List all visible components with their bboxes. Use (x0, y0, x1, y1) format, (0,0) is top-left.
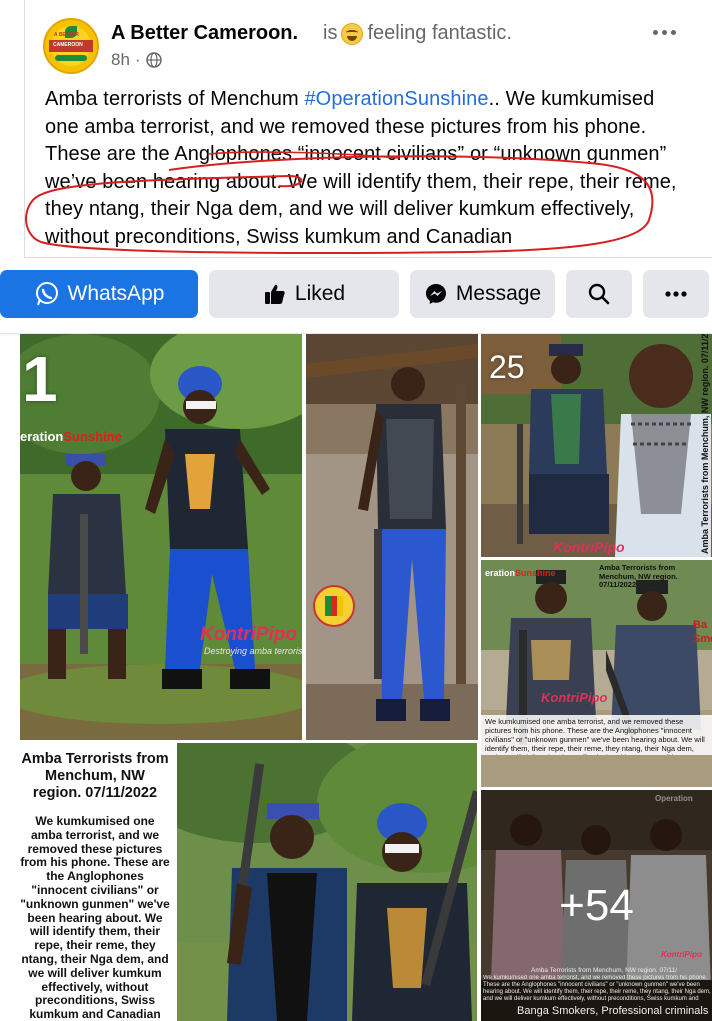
vertical-caption: Amba Terrorists from Menchum, NW region.… (700, 334, 710, 554)
op-tag-white: eration (20, 429, 64, 444)
operation-sunshine-tag: erationSunshine (485, 568, 556, 578)
post-options-icon[interactable] (653, 30, 676, 35)
coat-of-arms-icon (313, 585, 355, 627)
info-card-body: We kumkumised one amba terrorist, and we… (20, 814, 170, 1021)
photo-tile-5[interactable] (177, 743, 477, 1021)
photo-tile-1[interactable]: 1 erationSunshine KontriPipo Destroying … (20, 334, 302, 740)
photo-number-badge: 1 (22, 343, 58, 415)
more-dots-icon (665, 291, 687, 297)
kontripipo-watermark: KontriPipo (200, 624, 298, 645)
op-tag-red: Sunshine (63, 429, 122, 444)
page-action-bar: WhatsApp Liked Message (0, 258, 712, 333)
feeling-text: feeling fantastic. (367, 22, 512, 44)
more-options-button[interactable] (643, 270, 709, 318)
avatar-logo-base (55, 55, 87, 61)
photo-tile-4[interactable]: erationSunshine Amba Terrorists from Men… (481, 560, 712, 787)
op-tag-white: eration (485, 568, 516, 578)
post-text-part1: Amba terrorists of Menchum (45, 88, 305, 110)
post-text-part2: .. We kumkumised one amba terrorist, and… (45, 88, 677, 248)
photo-tile-6-more[interactable]: Operation +54 KontriPipo Amba Terrorists… (481, 790, 712, 1021)
kontripipo-watermark: KontriPipo (541, 690, 608, 705)
whatsapp-label: WhatsApp (67, 282, 165, 305)
info-card-tile[interactable]: Amba Terrorists from Menchum, NW region.… (20, 743, 172, 1021)
liked-label: Liked (294, 282, 346, 305)
avatar-text-top: A BETTER (54, 32, 79, 38)
photo-grid: 1 erationSunshine KontriPipo Destroying … (20, 334, 712, 1021)
page-avatar[interactable]: A BETTER CAMEROON (43, 18, 99, 74)
feeling-activity: is feeling fantastic. (323, 22, 512, 45)
post-meta: 8h · (111, 50, 162, 70)
man-with-bandana-figure (227, 763, 347, 1021)
photo-tile-2[interactable] (306, 334, 478, 740)
op-tag-red: Sunshine (515, 568, 556, 578)
standing-man-figure (358, 367, 450, 721)
post-card: A BETTER CAMEROON A Better Cameroon. is … (24, 0, 712, 258)
thumbs-up-icon (264, 284, 285, 304)
laughing-emoji-icon (341, 22, 364, 45)
post-timestamp[interactable]: 8h (111, 50, 130, 70)
search-button[interactable] (566, 270, 632, 318)
tile4-caption: We kumkumised one amba terrorist, and we… (481, 715, 712, 755)
tile4-header: Amba Terrorists from Menchum, NW region.… (599, 563, 678, 589)
photo-tile-3[interactable]: 25 KontriPipo Amba Terrorists from Mench… (481, 334, 712, 557)
tile6-bottom-text: Banga Smokers, Professional criminals (517, 1005, 709, 1017)
seated-man-figure (48, 454, 128, 679)
whatsapp-icon (35, 282, 58, 306)
kontripipo-watermark: KontriPipo (553, 539, 625, 555)
operation-sunshine-tag: erationSunshine (20, 429, 122, 444)
hashtag-link[interactable]: #OperationSunshine (304, 88, 488, 110)
feeling-prefix: is (323, 22, 338, 44)
globe-icon (145, 52, 162, 68)
message-label: Message (455, 282, 542, 305)
photo-number-badge: 25 (489, 349, 525, 385)
page-name-link[interactable]: A Better Cameroon. (111, 22, 298, 45)
liked-button[interactable]: Liked (209, 270, 399, 318)
kontripipo-watermark: KontriPipo (661, 950, 702, 959)
search-icon (588, 283, 610, 305)
post-body: Amba terrorists of Menchum #OperationSun… (45, 86, 685, 251)
avatar-text-bottom: CAMEROON (53, 42, 83, 48)
man-with-glasses-figure (352, 790, 477, 1021)
man-with-scarf-figure (615, 344, 711, 557)
messenger-icon (425, 284, 446, 304)
tile4-side-text: Ba Smo (693, 619, 712, 645)
more-photos-count: +54 (559, 880, 634, 930)
tile6-caption-top: Amba Terrorists from Menchum, NW region.… (531, 967, 678, 974)
meta-separator: · (134, 50, 141, 69)
whatsapp-button[interactable]: WhatsApp (0, 270, 198, 318)
message-button[interactable]: Message (410, 270, 555, 318)
info-card-title: Amba Terrorists from Menchum, NW region.… (21, 751, 169, 801)
watermark-subtitle: Destroying amba terrorism (204, 646, 302, 656)
standing-man-figure (145, 366, 270, 689)
tile6-caption: We kumkumised one amba terrorist, and we… (483, 975, 711, 1002)
